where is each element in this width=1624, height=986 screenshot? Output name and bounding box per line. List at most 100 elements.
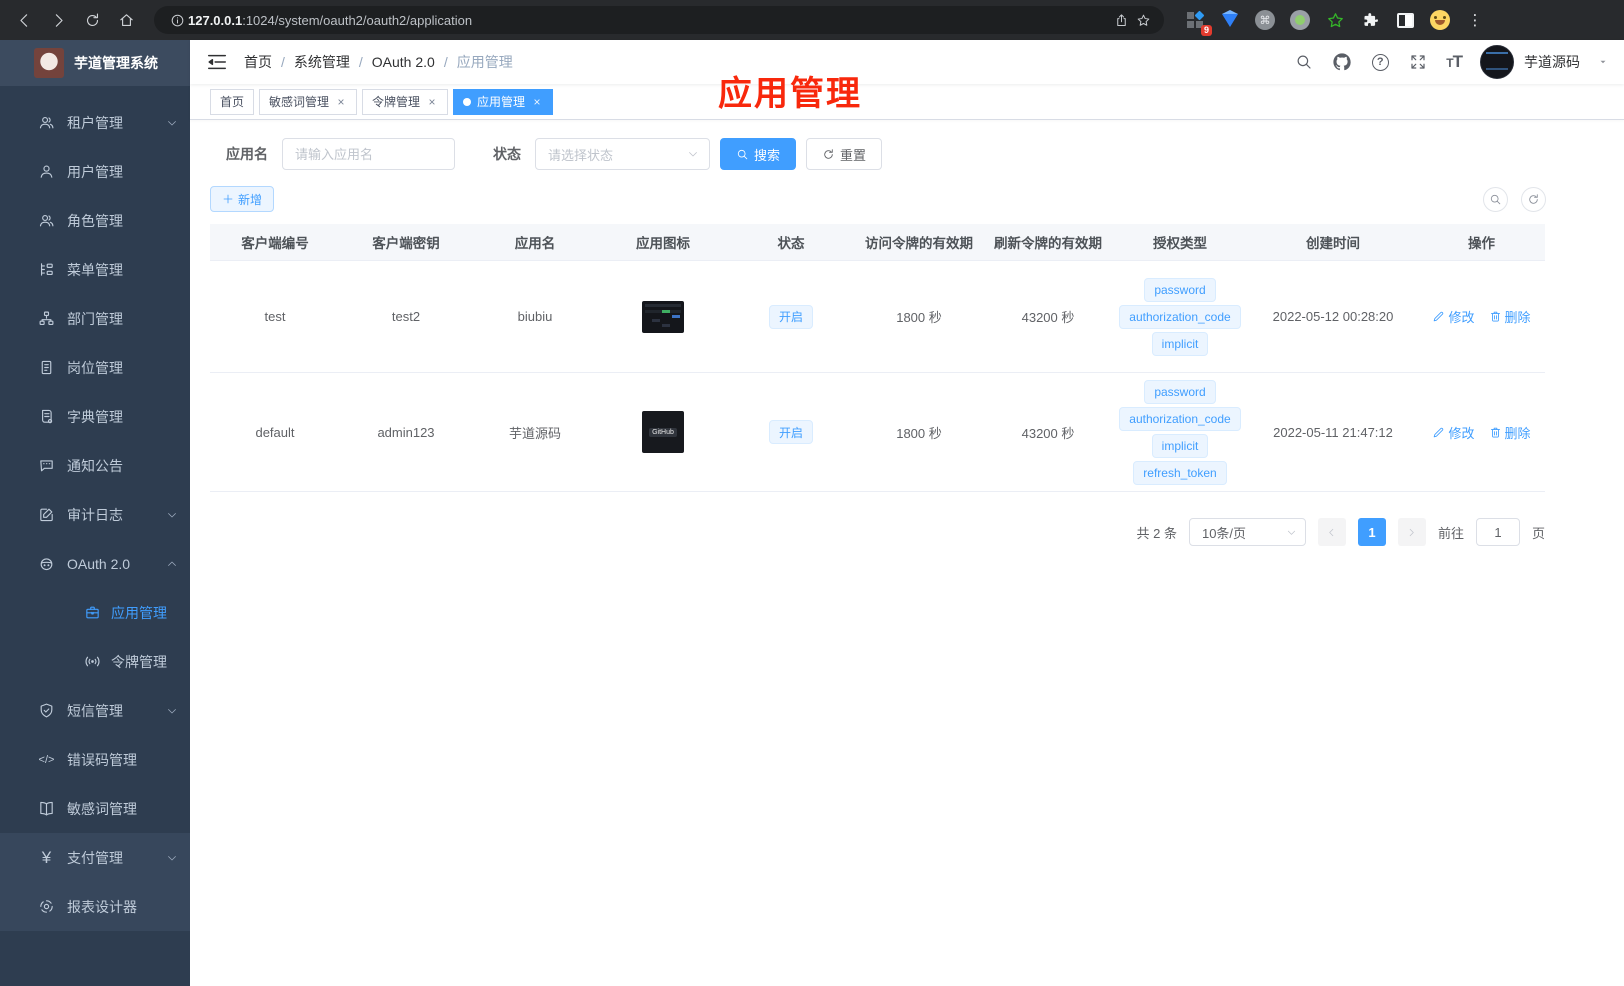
sidebar-item-user[interactable]: 用户管理 [0,147,190,196]
next-page-button[interactable] [1397,518,1426,546]
caret-down-icon[interactable] [1598,57,1608,67]
browser-forward-button[interactable] [44,6,72,34]
sidebar-item-oauth[interactable]: OAuth 2.0 [0,539,190,588]
url-path: :1024/system/oauth2/oauth2/application [242,12,473,28]
code-icon: </> [38,753,55,766]
profile-emoji-icon[interactable] [1429,9,1451,31]
yen-icon: ¥ [41,847,52,867]
sidebar-item-oauth-token[interactable]: 令牌管理 [0,637,190,686]
sidebar-item-role[interactable]: 角色管理 [0,196,190,245]
current-page-button[interactable]: 1 [1357,518,1386,546]
add-button[interactable]: 新增 [210,186,275,212]
dictionary-icon [38,408,55,425]
breadcrumb-home[interactable]: 首页 [244,52,272,72]
close-icon[interactable]: × [335,96,347,108]
font-size-icon[interactable]: TT [1446,52,1463,72]
app-icon-image: GitHub [642,411,684,453]
close-icon[interactable]: × [426,96,438,108]
extension-grid-icon[interactable]: 9 [1184,9,1212,36]
sidebar-item-post[interactable]: 岗位管理 [0,343,190,392]
search-button[interactable]: 搜索 [720,138,797,170]
help-icon[interactable]: ? [1370,52,1390,72]
site-info-icon[interactable] [166,9,188,31]
tab-token[interactable]: 令牌管理 × [362,88,449,115]
extension-star-icon[interactable] [1324,9,1346,31]
tab-application[interactable]: 应用管理 × [453,88,554,115]
browser-reload-button[interactable] [78,6,106,34]
pagination: 共 2 条 10条/页 1 前往 页 [210,518,1545,546]
bookmark-star-icon[interactable] [1132,9,1154,31]
goto-page-input[interactable] [1475,518,1520,546]
sidebar-item-menu[interactable]: 菜单管理 [0,245,190,294]
github-icon[interactable] [1332,52,1352,72]
app-name-input[interactable] [282,138,455,170]
address-bar[interactable]: 127.0.0.1:1024/system/oauth2/oauth2/appl… [154,6,1164,34]
users-icon [38,212,55,229]
col-app-name: 应用名 [514,236,556,251]
col-created-at: 创建时间 [1306,236,1360,251]
delete-button[interactable]: 删除 [1489,307,1531,326]
chevron-down-icon [166,852,178,864]
sidebar-collapse-icon[interactable] [206,51,228,73]
sidebar-item-error-code[interactable]: </> 错误码管理 [0,735,190,784]
user-avatar[interactable] [1480,45,1514,79]
cell-created-at: 2022-05-11 21:47:12 [1273,424,1393,440]
goto-label: 前往 [1437,525,1464,541]
reset-button[interactable]: 重置 [806,138,883,170]
refresh-icon [1527,193,1540,206]
extension-command-icon[interactable]: ⌘ [1254,9,1276,31]
col-refresh-ttl: 刷新令牌的有效期 [994,236,1102,251]
browser-back-button[interactable] [10,6,38,34]
extension-record-icon[interactable] [1289,9,1311,31]
grant-tag: password [1144,277,1216,302]
sidebar-item-report-designer[interactable]: 报表设计器 [0,882,190,931]
grant-tag: implicit [1151,433,1209,458]
sidebar-item-dict[interactable]: 字典管理 [0,392,190,441]
col-app-icon: 应用图标 [636,236,690,251]
cell-client-id: test [264,309,286,324]
breadcrumb-oauth[interactable]: OAuth 2.0 [372,54,435,70]
sidebar-item-pay[interactable]: ¥ 支付管理 [0,833,190,882]
cell-app-icon: GitHub [598,411,728,453]
users-icon [38,114,55,131]
hide-search-button[interactable] [1483,186,1508,212]
applications-table: 客户端编号 客户端密钥 应用名 应用图标 状态 访问令牌的有效期 刷新令牌的有效… [210,224,1545,492]
trash-icon [1489,310,1502,323]
browser-toolbar: 127.0.0.1:1024/system/oauth2/oauth2/appl… [0,0,1624,40]
tab-sensitive-word[interactable]: 敏感词管理 × [259,88,358,115]
table-row: default admin123 芋道源码 GitHub 开启 1800 秒 4… [210,373,1545,492]
fullscreen-icon[interactable] [1408,52,1428,72]
app-root: 127.0.0.1:1024/system/oauth2/oauth2/appl… [0,0,1624,986]
sidebar-logo[interactable]: 芋道管理系统 [0,40,190,86]
close-icon[interactable]: × [531,96,543,108]
grant-tag: refresh_token [1133,460,1227,485]
share-icon[interactable] [1110,9,1132,31]
prev-page-button[interactable] [1317,518,1346,546]
edit-button[interactable]: 修改 [1432,307,1475,326]
breadcrumb-system[interactable]: 系统管理 [294,52,350,72]
sidebar-item-tenant[interactable]: 租户管理 [0,98,190,147]
robot-icon [38,555,55,572]
chevron-down-icon [166,117,178,129]
search-icon[interactable] [1294,52,1314,72]
browser-home-button[interactable] [112,6,140,34]
tab-home[interactable]: 首页 [210,88,255,115]
status-select[interactable]: 请选择状态 [535,138,710,170]
extension-split-icon[interactable] [1394,9,1416,31]
delete-button[interactable]: 删除 [1489,423,1531,442]
edit-button[interactable]: 修改 [1432,423,1475,442]
table-toolbar: 新增 [210,186,1604,212]
sidebar-item-notice[interactable]: 通知公告 [0,441,190,490]
sidebar-item-dept[interactable]: 部门管理 [0,294,190,343]
sidebar-item-sms[interactable]: 短信管理 [0,686,190,735]
browser-menu-icon[interactable]: ⋮ [1464,9,1486,31]
col-client-id: 客户端编号 [241,236,309,251]
col-grant-types: 授权类型 [1153,236,1207,251]
sidebar-item-oauth-application[interactable]: 应用管理 [0,588,190,637]
sidebar-item-audit-log[interactable]: 审计日志 [0,490,190,539]
refresh-button[interactable] [1521,186,1546,212]
sidebar-item-sensitive-word[interactable]: 敏感词管理 [0,784,190,833]
extension-gem-icon[interactable] [1219,9,1241,31]
extensions-puzzle-icon[interactable] [1359,9,1381,31]
page-size-select[interactable]: 10条/页 [1188,518,1306,546]
